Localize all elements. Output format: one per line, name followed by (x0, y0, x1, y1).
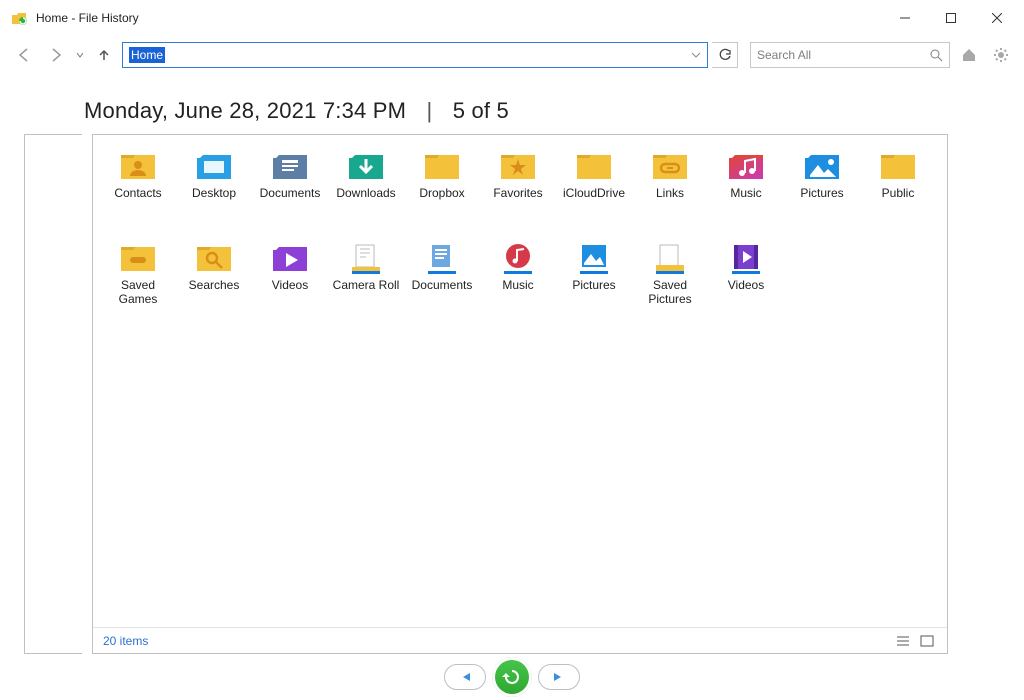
item-label: Saved Pictures (634, 279, 706, 307)
item-downloads[interactable]: Downloads (329, 143, 403, 233)
folder-video-icon (269, 239, 311, 275)
folder-icon (877, 147, 919, 183)
item-public[interactable]: Public (861, 143, 935, 233)
item-label: Public (882, 187, 915, 201)
item-documents[interactable]: Documents (253, 143, 327, 233)
refresh-button[interactable] (712, 42, 738, 68)
items-grid: Contacts Desktop Documents Downloads Dro… (93, 135, 947, 627)
item-label: Downloads (336, 187, 395, 201)
restore-button[interactable] (492, 657, 532, 697)
minimize-button[interactable] (882, 3, 928, 33)
folder-search-icon (193, 239, 235, 275)
lib-music-icon (497, 239, 539, 275)
item-music[interactable]: Music (481, 235, 555, 325)
item-dropbox[interactable]: Dropbox (405, 143, 479, 233)
address-bar[interactable]: Home (122, 42, 708, 68)
recent-dropdown[interactable] (74, 51, 86, 59)
toolbar: Home (0, 36, 1024, 74)
search-icon (930, 49, 943, 62)
folder-music-icon (725, 147, 767, 183)
item-saved-pictures[interactable]: Saved Pictures (633, 235, 707, 325)
details-view-button[interactable] (893, 631, 913, 651)
folder-person-icon (117, 147, 159, 183)
maximize-button[interactable] (928, 3, 974, 33)
folder-link-icon (649, 147, 691, 183)
folder-star-icon (497, 147, 539, 183)
version-position: 5 of 5 (453, 98, 509, 123)
lib-saved-icon (649, 239, 691, 275)
item-label: Searches (189, 279, 240, 293)
item-label: Music (502, 279, 533, 293)
item-label: Desktop (192, 187, 236, 201)
item-pictures[interactable]: Pictures (557, 235, 631, 325)
item-videos[interactable]: Videos (709, 235, 783, 325)
item-label: Pictures (800, 187, 843, 201)
item-label: Music (730, 187, 761, 201)
lib-docs-icon (421, 239, 463, 275)
item-documents[interactable]: Documents (405, 235, 479, 325)
folder-desktop-icon (193, 147, 235, 183)
item-contacts[interactable]: Contacts (101, 143, 175, 233)
folder-icon (573, 147, 615, 183)
side-panel (24, 134, 82, 654)
next-version-button[interactable] (538, 664, 580, 690)
item-camera-roll[interactable]: Camera Roll (329, 235, 403, 325)
item-favorites[interactable]: Favorites (481, 143, 555, 233)
item-label: Videos (272, 279, 308, 293)
folder-down-icon (345, 147, 387, 183)
item-videos[interactable]: Videos (253, 235, 327, 325)
status-bar: 20 items (93, 627, 947, 653)
folder-icon (421, 147, 463, 183)
item-label: Pictures (572, 279, 615, 293)
titlebar: Home - File History (0, 0, 1024, 36)
item-count: 20 items (103, 634, 148, 648)
window-title: Home - File History (36, 11, 139, 25)
folder-docs-icon (269, 147, 311, 183)
folder-game-icon (117, 239, 159, 275)
folder-pic-icon (801, 147, 843, 183)
date-header: Monday, June 28, 2021 7:34 PM | 5 of 5 (12, 90, 1012, 134)
item-pictures[interactable]: Pictures (785, 143, 859, 233)
search-input[interactable] (757, 48, 930, 62)
item-label: Favorites (493, 187, 542, 201)
home-button[interactable] (956, 42, 982, 68)
item-label: Documents (412, 279, 473, 293)
previous-version-button[interactable] (444, 664, 486, 690)
address-value: Home (129, 47, 165, 63)
lib-camera-icon (345, 239, 387, 275)
item-label: Links (656, 187, 684, 201)
icons-view-button[interactable] (917, 631, 937, 651)
search-box[interactable] (750, 42, 950, 68)
item-label: Saved Games (102, 279, 174, 307)
settings-button[interactable] (988, 42, 1014, 68)
content-area: Monday, June 28, 2021 7:34 PM | 5 of 5 C… (0, 74, 1024, 654)
separator: | (412, 98, 446, 123)
item-label: iCloudDrive (563, 187, 625, 201)
lib-video-icon (725, 239, 767, 275)
item-label: Documents (260, 187, 321, 201)
item-label: Camera Roll (333, 279, 400, 293)
back-button[interactable] (10, 41, 38, 69)
item-label: Dropbox (419, 187, 464, 201)
item-iclouddrive[interactable]: iCloudDrive (557, 143, 631, 233)
item-label: Videos (728, 279, 764, 293)
main-panel: Contacts Desktop Documents Downloads Dro… (92, 134, 948, 654)
item-music[interactable]: Music (709, 143, 783, 233)
lib-pic-icon (573, 239, 615, 275)
app-icon (10, 9, 28, 27)
version-date: Monday, June 28, 2021 7:34 PM (84, 98, 406, 123)
forward-button[interactable] (42, 41, 70, 69)
item-searches[interactable]: Searches (177, 235, 251, 325)
item-label: Contacts (114, 187, 161, 201)
item-saved-games[interactable]: Saved Games (101, 235, 175, 325)
item-links[interactable]: Links (633, 143, 707, 233)
up-button[interactable] (90, 41, 118, 69)
version-controls (0, 654, 1024, 700)
close-button[interactable] (974, 3, 1020, 33)
item-desktop[interactable]: Desktop (177, 143, 251, 233)
address-dropdown-icon[interactable] (691, 50, 701, 60)
